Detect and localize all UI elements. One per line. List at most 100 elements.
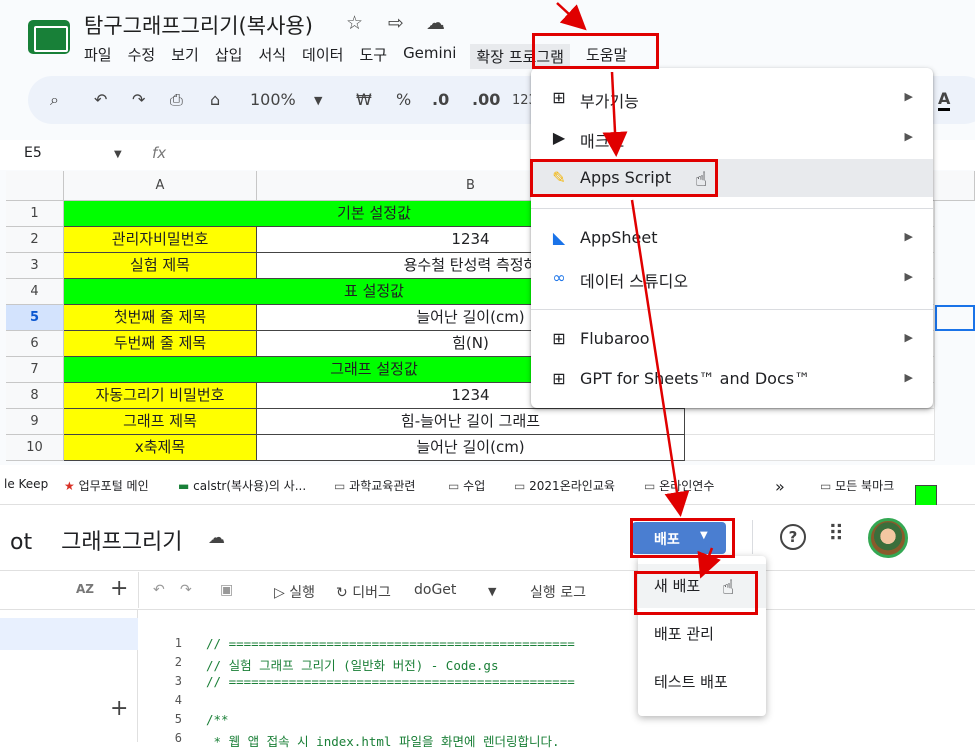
zoom-select[interactable]: 100%	[250, 90, 296, 109]
menu-gemini[interactable]: Gemini	[403, 44, 456, 69]
name-box[interactable]: E5	[24, 145, 42, 161]
undo-icon[interactable]: ↶	[94, 90, 107, 109]
code-line: * 웹 앱 접속 시 index.html 파일을 화면에 렌더링합니다.	[206, 734, 560, 749]
row-header[interactable]: 7	[6, 357, 64, 383]
menu-separator	[531, 309, 933, 310]
label-cell[interactable]: 첫번째 줄 제목	[64, 305, 257, 331]
divider	[752, 520, 753, 554]
selected-cell[interactable]	[935, 305, 975, 331]
sort-files-icon[interactable]: AZ	[76, 582, 94, 596]
menu-item-매크로[interactable]: ▶ 매크로 ▶	[531, 119, 933, 157]
row-header[interactable]: 6	[6, 331, 64, 357]
bookmark-item[interactable]: ▭ 과학교육관련	[334, 477, 415, 494]
cloud-saved-icon: ☁	[208, 528, 225, 548]
value-cell[interactable]: 늘어난 길이(cm)	[257, 435, 685, 461]
empty-cell[interactable]	[685, 435, 935, 461]
divider	[138, 572, 139, 608]
bookmark-item[interactable]: le Keep	[4, 477, 48, 491]
empty-cell[interactable]	[685, 409, 935, 435]
menu-item-flubaroo[interactable]: ⊞ Flubaroo ▶	[531, 320, 933, 358]
menu-view[interactable]: 보기	[171, 44, 199, 69]
add-file-icon[interactable]: +	[110, 576, 128, 601]
row-header[interactable]: 5	[6, 305, 64, 331]
sheets-logo-icon[interactable]	[28, 20, 70, 54]
row-header[interactable]: 9	[6, 409, 64, 435]
increase-decimal-button[interactable]: .00	[472, 90, 500, 109]
label-cell[interactable]: 실험 제목	[64, 253, 257, 279]
row-header[interactable]: 3	[6, 253, 64, 279]
line-number: 3	[174, 674, 182, 688]
bookmark-item[interactable]: ▭ 2021온라인교육	[514, 477, 615, 494]
line-number: 6	[174, 731, 182, 745]
label-cell[interactable]: x축제목	[64, 435, 257, 461]
star-icon[interactable]: ☆	[346, 12, 363, 34]
value-cell[interactable]: 힘-늘어난 길이 그래프	[257, 409, 685, 435]
help-icon[interactable]: ?	[780, 524, 806, 550]
highlight-box	[634, 571, 758, 615]
row-header[interactable]: 2	[6, 227, 64, 253]
debug-button[interactable]: ↻ 디버그	[336, 582, 391, 602]
function-select[interactable]: doGet	[414, 582, 456, 598]
decrease-decimal-button[interactable]: .0	[432, 90, 449, 109]
move-folder-icon[interactable]: ⇨	[388, 12, 404, 34]
execution-log-button[interactable]: 실행 로그	[530, 582, 586, 602]
row-header[interactable]: 4	[6, 279, 64, 305]
currency-button[interactable]: ₩	[356, 90, 372, 109]
select-all-corner[interactable]	[6, 171, 64, 201]
document-title[interactable]: 탐구그래프그리기(복사용)	[84, 10, 313, 40]
redo-icon[interactable]: ↷	[132, 90, 145, 109]
save-icon[interactable]: ▣	[220, 582, 233, 598]
function-dropdown-icon[interactable]: ▼	[488, 585, 496, 598]
run-button[interactable]: ▷ 실행	[274, 582, 315, 602]
menu-edit[interactable]: 수정	[128, 44, 156, 69]
column-header-a[interactable]: A	[64, 171, 257, 201]
project-title[interactable]: ot 그래프그리기	[10, 524, 183, 556]
paint-format-icon[interactable]: ⌂	[210, 90, 220, 109]
row-header[interactable]: 10	[6, 435, 64, 461]
text-color-icon[interactable]: A	[938, 90, 951, 111]
highlight-box	[630, 518, 735, 558]
bookmark-item[interactable]: ▬ calstr(복사용)의 사...	[178, 477, 306, 494]
row-header[interactable]: 1	[6, 201, 64, 227]
menu-item-label: Flubaroo	[580, 329, 650, 348]
play-circle-icon: ▶	[552, 128, 566, 147]
menu-format[interactable]: 서식	[258, 44, 286, 69]
label-cell[interactable]: 그래프 제목	[64, 409, 257, 435]
avatar[interactable]	[868, 518, 908, 558]
folder-icon: ▭	[514, 479, 530, 493]
add-library-icon[interactable]: +	[110, 696, 128, 721]
bookmark-item[interactable]: ▭ 수업	[448, 477, 485, 494]
apps-grid-icon[interactable]: ⠿	[828, 522, 844, 547]
percent-button[interactable]: %	[396, 90, 411, 109]
cloud-status-icon[interactable]: ☁	[426, 12, 445, 34]
row-header[interactable]: 8	[6, 383, 64, 409]
menu-file[interactable]: 파일	[84, 44, 112, 69]
undo-icon[interactable]: ↶	[153, 582, 165, 598]
test-deployments-item[interactable]: 테스트 배포	[638, 660, 766, 704]
redo-icon[interactable]: ↷	[180, 582, 192, 598]
menu-item-부가기능[interactable]: ⊞ 부가기능 ▶	[531, 79, 933, 117]
print-icon[interactable]: ⎙	[170, 90, 183, 110]
label-cell[interactable]: 두번째 줄 제목	[64, 331, 257, 357]
search-menus-icon[interactable]: ⌕	[50, 90, 59, 110]
run-label: 실행	[289, 585, 315, 601]
bookmark-item[interactable]: »	[775, 477, 785, 496]
menu-insert[interactable]: 삽입	[215, 44, 243, 69]
line-number: 1	[174, 636, 182, 650]
menu-item-gpt-for-sheets-and-docs-[interactable]: ⊞ GPT for Sheets™ and Docs™ ▶	[531, 360, 933, 398]
zoom-dropdown-icon[interactable]: ▼	[314, 94, 322, 107]
name-box-dropdown-icon[interactable]: ▼	[114, 149, 122, 160]
menu-tools[interactable]: 도구	[359, 44, 387, 69]
menu-item-데이터-스튜디오[interactable]: ∞ 데이터 스튜디오 ▶	[531, 259, 933, 297]
manage-deployments-item[interactable]: 배포 관리	[638, 612, 766, 656]
menu-item-appsheet[interactable]: ◣ AppSheet ▶	[531, 219, 933, 257]
selected-file[interactable]	[0, 618, 138, 650]
bookmark-item[interactable]: ▭ 모든 북마크	[820, 477, 894, 494]
label-cell[interactable]: 자동그리기 비밀번호	[64, 383, 257, 409]
menu-data[interactable]: 데이터	[302, 44, 343, 69]
label-cell[interactable]: 관리자비밀번호	[64, 227, 257, 253]
bookmark-item[interactable]: ★ 업무포털 메인	[64, 477, 149, 494]
bookmark-item[interactable]: ▭ 온라인연수	[644, 477, 714, 494]
addon-icon: ⊞	[552, 88, 566, 107]
bookmark-label: calstr(복사용)의 사...	[193, 479, 307, 493]
